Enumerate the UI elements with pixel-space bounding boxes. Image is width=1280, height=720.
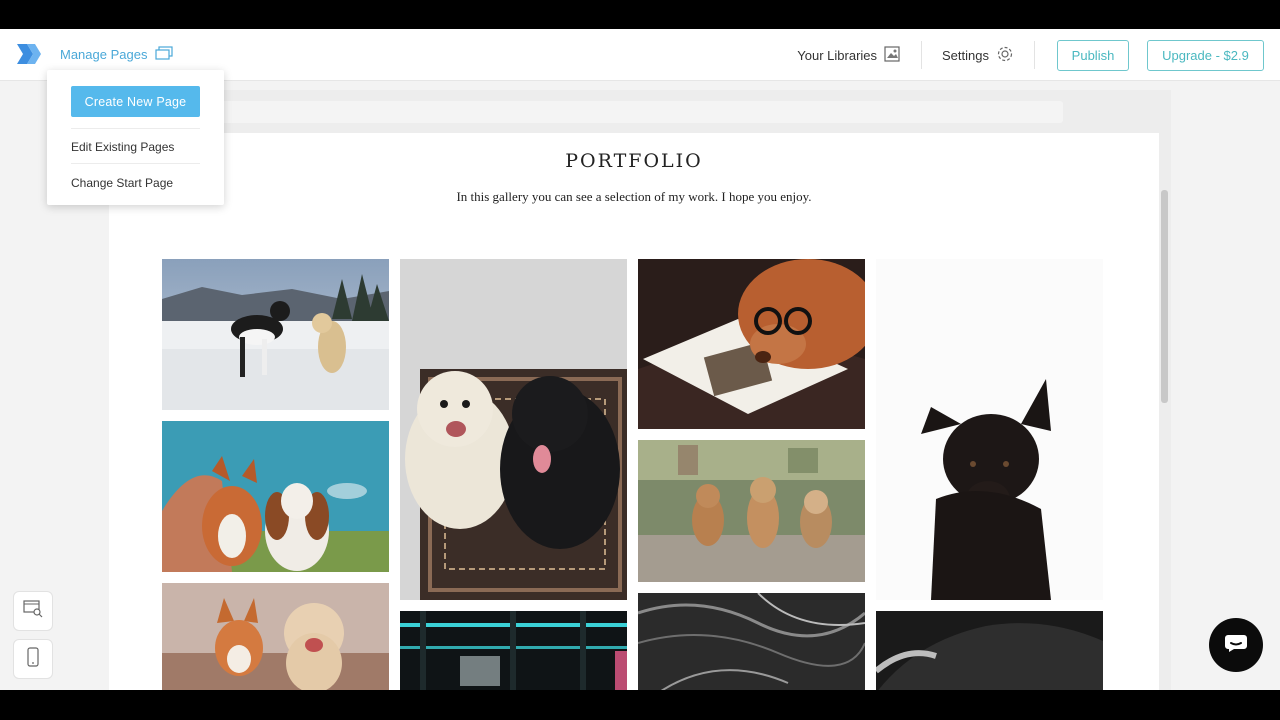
manage-pages-menu[interactable]: Manage Pages xyxy=(60,46,174,63)
portfolio-page: PORTFOLIO In this gallery you can see a … xyxy=(109,133,1159,690)
manage-pages-dropdown: Create New Page Edit Existing Pages Chan… xyxy=(47,70,224,205)
settings-link[interactable]: Settings xyxy=(922,40,1034,70)
chat-icon xyxy=(1224,633,1248,658)
doodle-and-black-lab-photo[interactable] xyxy=(400,259,627,600)
chat-support-button[interactable] xyxy=(1209,618,1263,672)
app-logo-icon[interactable] xyxy=(15,43,43,65)
pages-icon xyxy=(155,46,174,63)
black-white-fur-photo[interactable] xyxy=(638,593,865,690)
dropdown-divider xyxy=(71,163,200,164)
edit-existing-pages-item[interactable]: Edit Existing Pages xyxy=(71,140,174,154)
page-title[interactable]: PORTFOLIO xyxy=(109,150,1159,172)
your-libraries-link[interactable]: Your Libraries xyxy=(777,40,921,70)
desktop-search-icon xyxy=(23,599,43,623)
manage-pages-label: Manage Pages xyxy=(60,47,148,62)
your-libraries-label: Your Libraries xyxy=(797,47,878,63)
editor-viewport: PORTFOLIO In this gallery you can see a … xyxy=(0,29,1280,690)
toolbar-right: Your Libraries Settings Publish Upgrade … xyxy=(777,39,1264,71)
three-puppies-photo[interactable] xyxy=(638,440,865,582)
neon-shelf-photo[interactable] xyxy=(400,611,627,690)
change-start-page-item[interactable]: Change Start Page xyxy=(71,176,173,190)
dark-dog-photo[interactable] xyxy=(876,611,1103,690)
image-library-icon xyxy=(884,45,901,65)
corgi-and-poodle-photo[interactable] xyxy=(162,583,389,690)
page-subtitle[interactable]: In this gallery you can see a selection … xyxy=(109,189,1159,205)
dropdown-divider xyxy=(71,128,200,129)
create-new-page-button[interactable]: Create New Page xyxy=(71,86,200,117)
settings-label: Settings xyxy=(942,47,989,63)
corgi-and-spaniel-photo[interactable] xyxy=(162,421,389,572)
publish-button[interactable]: Publish xyxy=(1057,39,1129,71)
mobile-preview-button[interactable] xyxy=(13,639,53,679)
toolbar-divider xyxy=(1034,41,1035,69)
dog-with-glasses-photo[interactable] xyxy=(638,259,865,429)
black-shepherd-photo[interactable] xyxy=(876,259,1103,600)
upgrade-button[interactable]: Upgrade - $2.9 xyxy=(1147,39,1264,71)
gear-icon xyxy=(996,45,1014,66)
desktop-preview-button[interactable] xyxy=(13,591,53,631)
page-header-strip xyxy=(220,101,1063,123)
husky-snow-photo[interactable] xyxy=(162,259,389,410)
page-scrollbar[interactable] xyxy=(1161,190,1168,403)
mobile-phone-icon xyxy=(26,646,40,672)
